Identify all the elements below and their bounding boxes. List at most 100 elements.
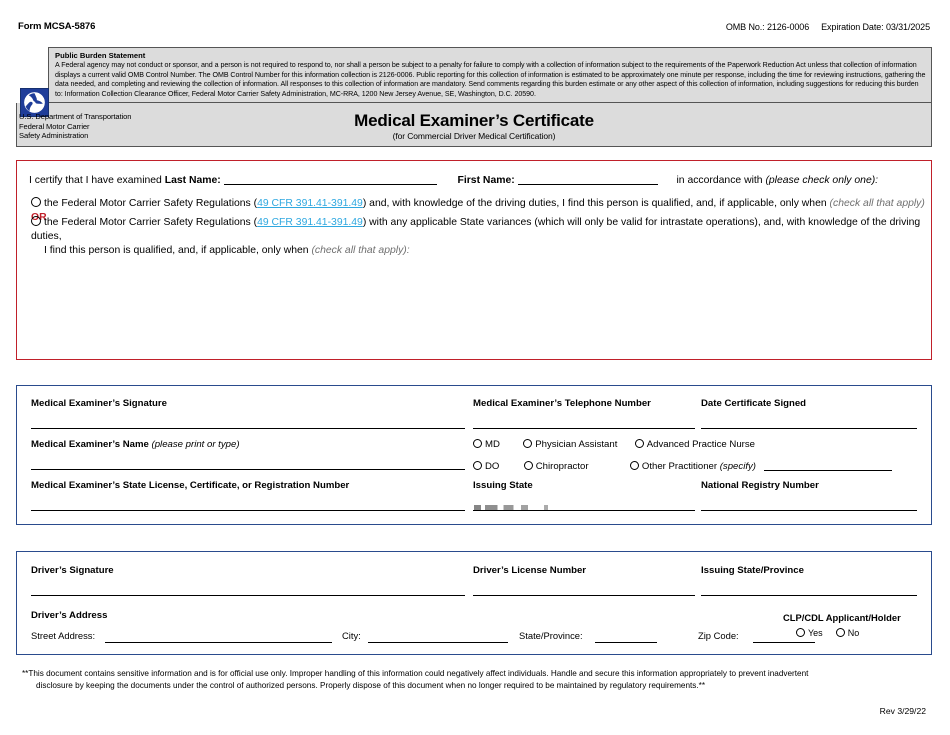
driver-license-label: Driver’s License Number <box>473 565 587 576</box>
first-name-label: First Name: <box>457 175 515 186</box>
option-a-pre: the Federal Motor Carrier Safety Regulat… <box>44 198 258 209</box>
option-b-note: (check all that apply): <box>311 245 410 256</box>
link-49cfr-391-41-49-b[interactable]: 49 CFR 391.41-391.49 <box>257 217 363 228</box>
radio-clp-yes[interactable] <box>796 628 805 637</box>
examiner-issuing-state-label: Issuing State <box>473 480 533 491</box>
form-number: Form MCSA-5876 <box>18 21 96 32</box>
examiner-telephone-input[interactable] <box>473 428 695 429</box>
state-province-input[interactable] <box>595 642 657 643</box>
examiner-signature-label: Medical Examiner’s Signature <box>31 398 167 409</box>
render-artifact <box>474 505 564 510</box>
examiner-signature-input[interactable] <box>31 428 465 429</box>
zip-code-label: Zip Code: <box>698 630 739 641</box>
other-practitioner-input[interactable] <box>763 459 892 471</box>
accordance-text: in accordance with <box>676 175 763 186</box>
clp-cdl-options: Yes No <box>796 628 859 638</box>
other-practitioner-note: (specify) <box>719 461 756 472</box>
option-a-note: (check all that apply) <box>829 198 925 209</box>
link-49cfr-391-41-49-a[interactable]: 49 CFR 391.41-391.49 <box>257 198 363 209</box>
street-address-input[interactable] <box>105 642 332 643</box>
option-b-pre: the Federal Motor Carrier Safety Regulat… <box>44 217 258 228</box>
omb-number: OMB No.: 2126-0006 <box>725 22 810 32</box>
option-a-post: ) and, with knowledge of the driving dut… <box>362 198 827 209</box>
driver-address-label: Driver’s Address <box>31 610 108 621</box>
credential-physician-assistant[interactable]: Physician Assistant <box>523 439 617 450</box>
examiner-name-input[interactable] <box>31 469 465 470</box>
label-chiropractor: Chiropractor <box>535 461 589 472</box>
radio-chiropractor[interactable] <box>523 461 533 470</box>
city-input[interactable] <box>368 642 508 643</box>
agency-title-band: U.S. Department of Transportation Federa… <box>16 88 932 147</box>
date-signed-input[interactable] <box>701 428 917 429</box>
driver-signature-label: Driver’s Signature <box>31 565 114 576</box>
credential-row-2: DO Chiropractor Other Practitioner (spec… <box>473 459 892 472</box>
examiner-telephone-label: Medical Examiner’s Telephone Number <box>473 398 651 409</box>
national-registry-input[interactable] <box>701 510 917 511</box>
driver-issuing-state-label: Issuing State/Province <box>701 565 804 576</box>
public-burden-statement: Public Burden Statement A Federal agency… <box>48 47 932 103</box>
clp-cdl-label: CLP/CDL Applicant/Holder <box>783 612 901 623</box>
city-label: City: <box>342 630 361 641</box>
medical-examiner-section: Medical Examiner’s Signature Medical Exa… <box>16 385 932 525</box>
footer-note-line-2: disclosure by keeping the documents unde… <box>36 681 706 690</box>
radio-clp-no[interactable] <box>835 628 845 637</box>
national-registry-label: National Registry Number <box>701 480 819 491</box>
street-address-label: Street Address: <box>31 630 96 641</box>
certify-intro: I certify that I have examined <box>29 175 162 186</box>
label-clp-yes: Yes <box>808 628 823 638</box>
option-state-variance[interactable]: the Federal Motor Carrier Safety Regulat… <box>31 216 926 258</box>
clp-no-option[interactable]: No <box>835 628 860 638</box>
examiner-name-label-text: Medical Examiner’s Name <box>31 439 149 450</box>
examined-line: I certify that I have examined Last Name… <box>29 173 878 186</box>
first-name-input[interactable] <box>517 173 658 185</box>
page-title: Medical Examiner’s Certificate <box>354 111 594 130</box>
option-b-line2-wrap: I find this person is qualified, and, if… <box>31 244 926 258</box>
radio-do[interactable] <box>473 461 482 470</box>
accordance-note: (please check only one): <box>765 175 879 186</box>
footer-note-line-1: **This document contains sensitive infor… <box>22 669 809 678</box>
omb-expiration: Expiration Date: 03/31/2025 <box>821 22 930 32</box>
last-name-label: Last Name: <box>164 175 221 186</box>
sensitive-information-notice: **This document contains sensitive infor… <box>22 668 928 692</box>
last-name-input[interactable] <box>223 173 437 185</box>
zip-code-input[interactable] <box>753 642 815 643</box>
examiner-name-label: Medical Examiner’s Name (please print or… <box>31 439 240 450</box>
burden-title: Public Burden Statement <box>55 51 146 60</box>
page-subtitle: (for Commercial Driver Medical Certifica… <box>392 131 556 141</box>
certification-section: I certify that I have examined Last Name… <box>16 160 932 508</box>
radio-state-variance[interactable] <box>31 216 41 226</box>
credential-row-1: MD Physician Assistant Advanced Practice… <box>473 439 755 450</box>
credential-do[interactable]: DO <box>473 461 499 472</box>
radio-other-practitioner[interactable] <box>629 461 639 470</box>
label-clp-no: No <box>847 628 860 638</box>
radio-md[interactable] <box>473 439 482 448</box>
credential-md[interactable]: MD <box>473 439 500 450</box>
state-province-label: State/Province: <box>519 630 583 641</box>
burden-body: A Federal agency may not conduct or spon… <box>55 61 926 98</box>
radio-physician-assistant[interactable] <box>523 439 533 448</box>
driver-section: Driver’s Signature Driver’s License Numb… <box>16 551 932 655</box>
credential-other-practitioner[interactable]: Other Practitioner <box>629 461 718 472</box>
omb-info: OMB No.: 2126-0006 Expiration Date: 03/31… <box>726 22 930 32</box>
driver-license-input[interactable] <box>473 595 695 596</box>
revision-date: Rev 3/29/22 <box>879 706 926 716</box>
examiner-name-note: (please print or type) <box>151 439 240 450</box>
driver-issuing-state-input[interactable] <box>701 595 917 596</box>
examiner-issuing-state-input[interactable] <box>473 510 695 511</box>
examiner-license-label: Medical Examiner’s State License, Certif… <box>31 480 350 491</box>
label-physician-assistant: Physician Assistant <box>535 439 618 450</box>
label-md: MD <box>485 439 500 450</box>
radio-federal-only[interactable] <box>31 197 41 207</box>
radio-advanced-practice-nurse[interactable] <box>634 439 644 448</box>
date-signed-label: Date Certificate Signed <box>701 398 807 409</box>
form-page: Form MCSA-5876 OMB No.: 2126-0006 Expirat… <box>0 0 950 735</box>
option-b-line2: I find this person is qualified, and, if… <box>44 245 309 256</box>
label-advanced-practice-nurse: Advanced Practice Nurse <box>646 439 755 450</box>
driver-signature-input[interactable] <box>31 595 465 596</box>
label-do: DO <box>485 461 500 472</box>
credential-chiropractor[interactable]: Chiropractor <box>523 461 589 472</box>
clp-yes-option[interactable]: Yes <box>796 628 823 638</box>
label-other-practitioner: Other Practitioner <box>641 461 718 472</box>
examiner-license-input[interactable] <box>31 510 465 511</box>
credential-advanced-practice-nurse[interactable]: Advanced Practice Nurse <box>634 439 755 450</box>
